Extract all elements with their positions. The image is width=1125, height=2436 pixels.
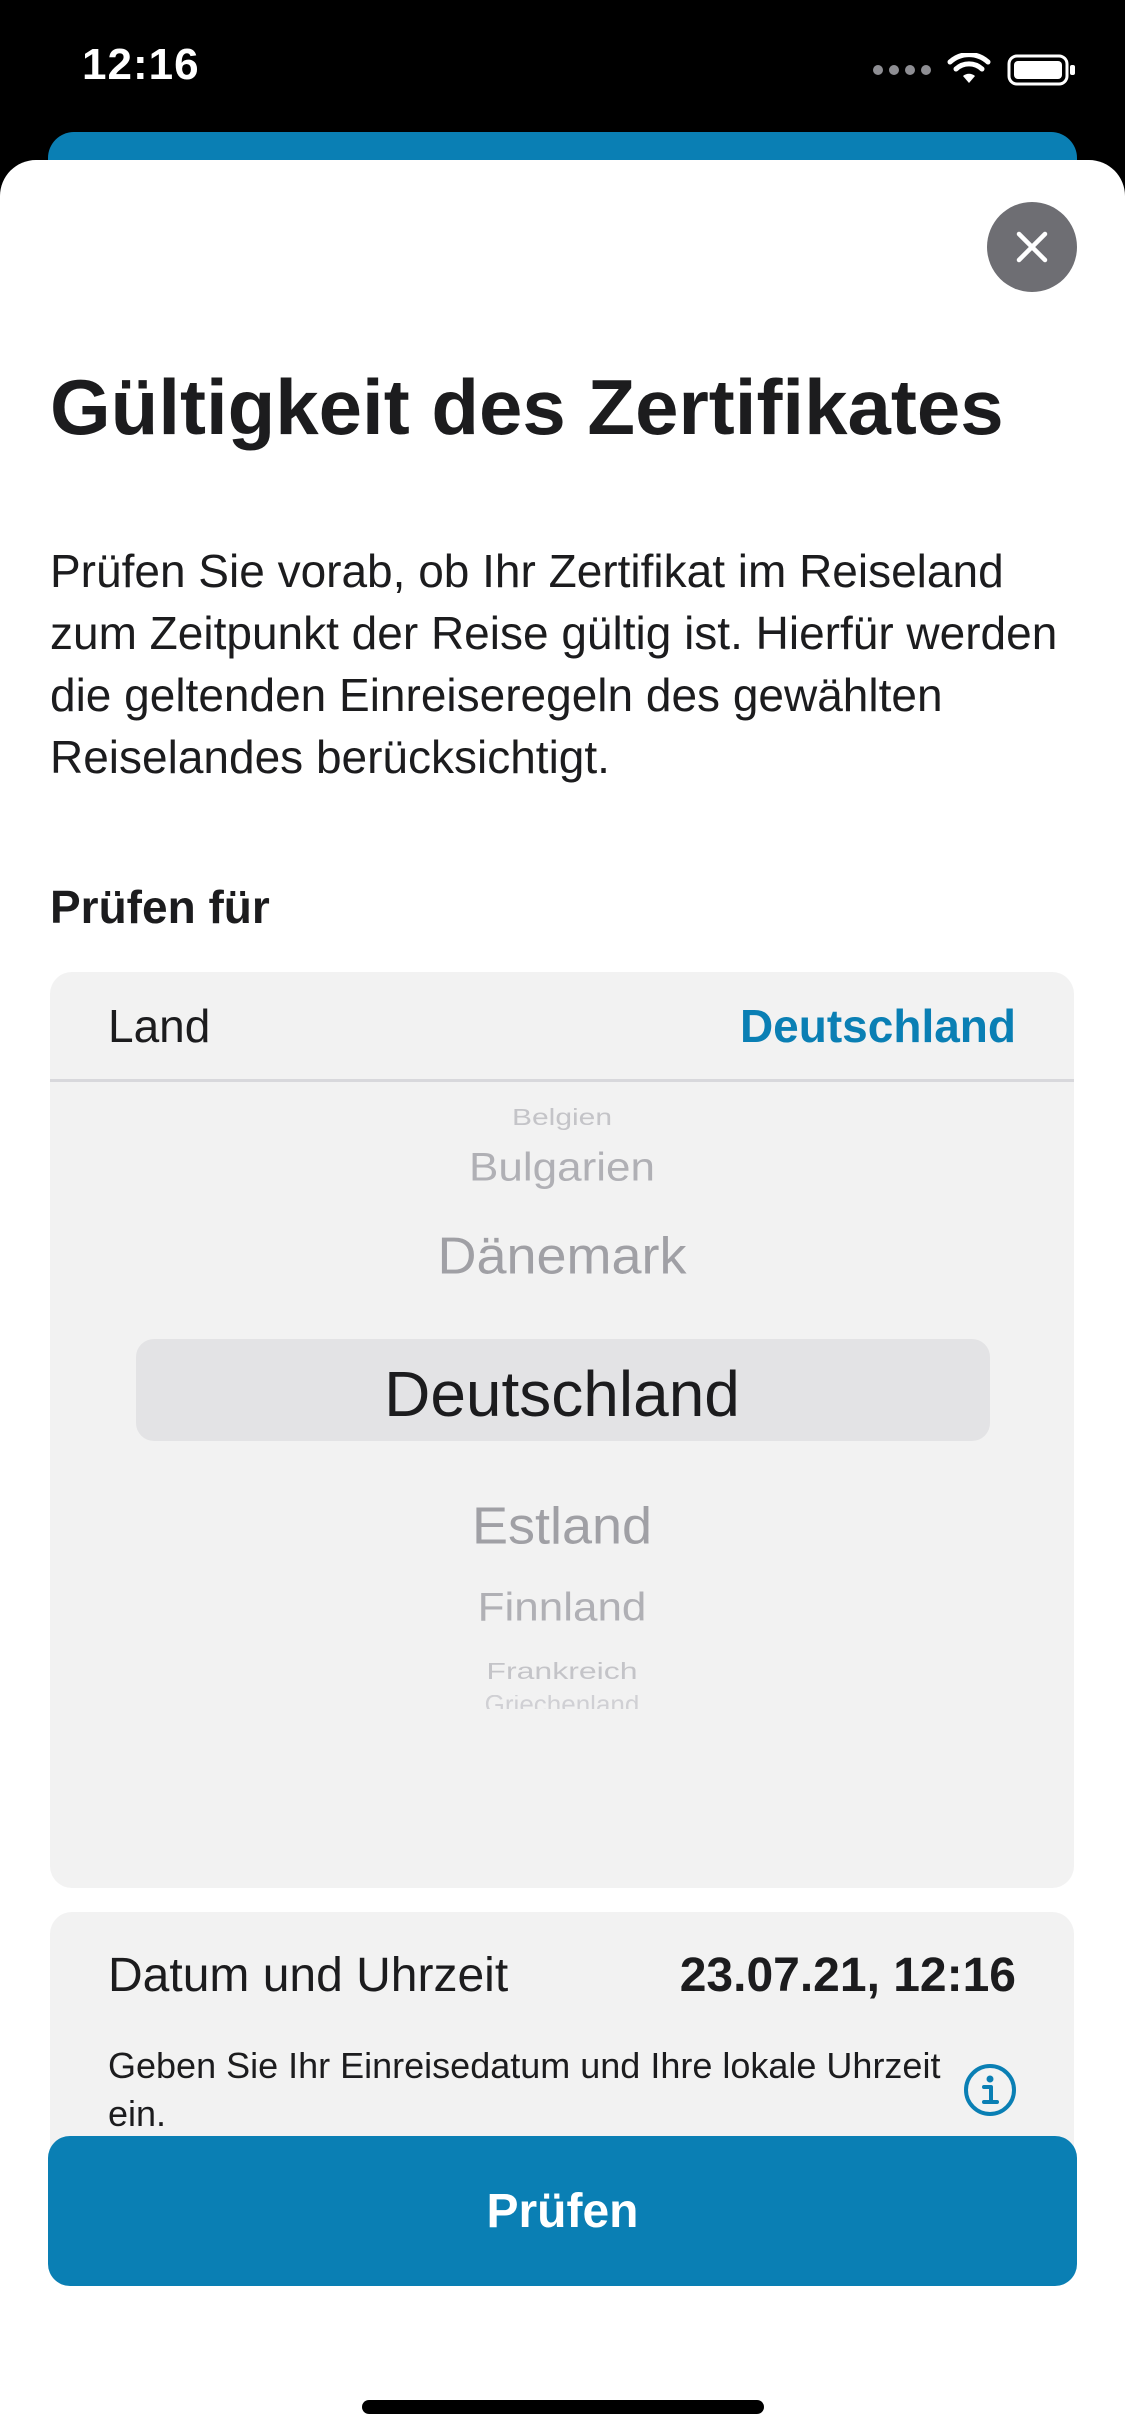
info-icon: [964, 2064, 1016, 2116]
status-icons: [873, 50, 1077, 90]
country-row[interactable]: Land Deutschland: [50, 972, 1074, 1082]
picker-item-selected[interactable]: Deutschland: [50, 1357, 1074, 1431]
picker-item[interactable]: Dänemark: [50, 1226, 1074, 1286]
picker-item[interactable]: Finnland: [50, 1586, 1074, 1631]
close-icon: [1016, 231, 1048, 263]
section-label: Prüfen für: [50, 881, 270, 933]
picker-item[interactable]: Griechenland: [50, 1695, 1074, 1709]
status-bar: 12:16: [0, 0, 1125, 140]
page-title: Gültigkeit des Zertifikates: [50, 363, 1004, 451]
date-hint: Geben Sie Ihr Einreisedatum und Ihre lok…: [108, 2045, 941, 2134]
validity-sheet: Gültigkeit des Zertifikates Prüfen Sie v…: [0, 160, 1125, 2436]
picker-item[interactable]: Belgien: [50, 1105, 1074, 1132]
close-button[interactable]: [987, 202, 1077, 292]
info-button[interactable]: [962, 2062, 1018, 2118]
picker-item[interactable]: Bulgarien: [50, 1146, 1074, 1191]
signal-icon: [873, 65, 931, 75]
check-button[interactable]: Prüfen: [48, 2136, 1077, 2286]
country-label: Land: [108, 999, 211, 1052]
country-picker[interactable]: Belgien Bulgarien Dänemark Deutschland E…: [50, 1085, 1074, 1885]
country-card: Land Deutschland Belgien Bulgarien Dänem…: [50, 972, 1074, 1888]
date-label: Datum und Uhrzeit: [108, 1949, 509, 2002]
home-indicator[interactable]: [362, 2400, 764, 2414]
date-value[interactable]: 23.07.21, 12:16: [680, 1948, 1016, 2003]
wifi-icon: [947, 53, 991, 83]
picker-item[interactable]: Estland: [50, 1496, 1074, 1556]
battery-icon: [1007, 54, 1075, 86]
picker-item[interactable]: Frankreich: [50, 1658, 1074, 1685]
check-button-label: Prüfen: [486, 2184, 639, 2238]
date-row[interactable]: Datum und Uhrzeit 23.07.21, 12:16: [108, 1948, 1016, 2003]
page-description: Prüfen Sie vorab, ob Ihr Zertifikat im R…: [50, 545, 1058, 783]
status-time: 12:16: [82, 40, 200, 89]
country-value: Deutschland: [739, 999, 1016, 1052]
